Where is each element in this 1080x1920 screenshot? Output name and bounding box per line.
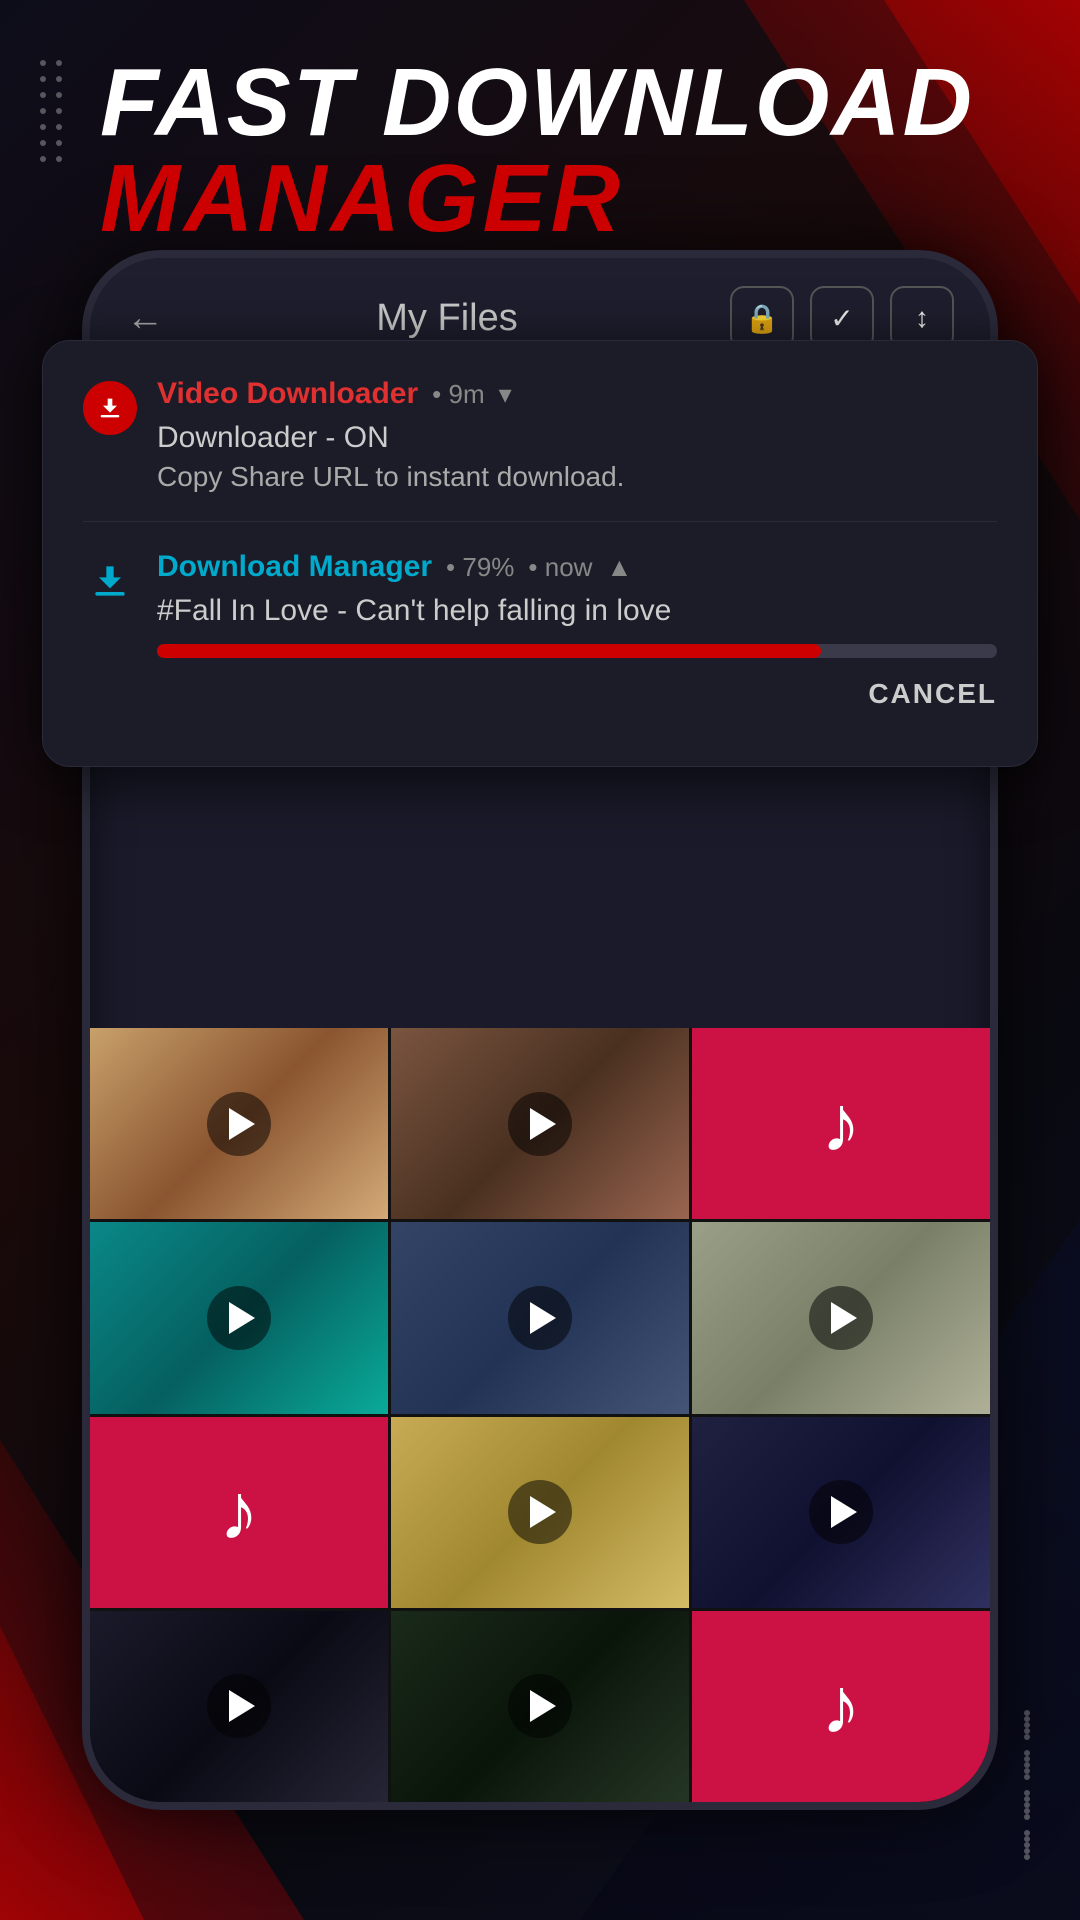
- dot-pattern-bottom-right: [1024, 1710, 1030, 1860]
- play-button[interactable]: [809, 1286, 873, 1350]
- notif1-header: Video Downloader • 9m ▾: [157, 377, 997, 411]
- music-note-icon: ♪: [821, 1660, 861, 1752]
- notif2-app-name: Download Manager: [157, 550, 432, 584]
- play-button[interactable]: [207, 1286, 271, 1350]
- notif2-filename: #Fall In Love - Can't help falling in lo…: [157, 594, 997, 628]
- notif2-header: Download Manager • 79% • now ▲: [157, 550, 997, 584]
- notif2-pct: • 79%: [446, 552, 514, 583]
- play-button[interactable]: [508, 1674, 572, 1738]
- title-manager: MANAGER: [100, 145, 624, 252]
- play-button[interactable]: [809, 1480, 873, 1544]
- notification-panel: Video Downloader • 9m ▾ Downloader - ON …: [42, 340, 1038, 767]
- title-fast: FAST DOWNLOAD: [100, 55, 974, 151]
- progress-bar-container: [157, 644, 997, 658]
- play-button[interactable]: [207, 1674, 271, 1738]
- grid-cell-12-music[interactable]: ♪: [692, 1611, 990, 1802]
- notif1-time: • 9m: [432, 379, 484, 410]
- video-downloader-icon: [83, 381, 137, 435]
- grid-cell-5[interactable]: [391, 1222, 689, 1413]
- cancel-row: CANCEL: [157, 678, 997, 710]
- grid-cell-6[interactable]: [692, 1222, 990, 1413]
- grid-cell-10[interactable]: [90, 1611, 388, 1802]
- download-manager-icon: [83, 554, 137, 608]
- music-note-icon: ♪: [219, 1466, 259, 1558]
- play-button[interactable]: [508, 1480, 572, 1544]
- play-button[interactable]: [508, 1092, 572, 1156]
- files-title: My Files: [184, 297, 710, 340]
- play-button[interactable]: [207, 1092, 271, 1156]
- notif-download-manager: Download Manager • 79% • now ▲ #Fall In …: [83, 550, 997, 730]
- grid-cell-7-music[interactable]: ♪: [90, 1417, 388, 1608]
- play-button[interactable]: [508, 1286, 572, 1350]
- grid-cell-3-music[interactable]: ♪: [692, 1028, 990, 1219]
- app-title-area: FAST DOWNLOAD MANAGER: [100, 55, 974, 247]
- grid-cell-2[interactable]: [391, 1028, 689, 1219]
- grid-cell-1[interactable]: [90, 1028, 388, 1219]
- notif1-chevron-icon[interactable]: ▾: [499, 379, 512, 410]
- media-grid: ♪ ♪ ♪: [90, 1028, 990, 1802]
- notif1-app-name: Video Downloader: [157, 377, 418, 411]
- grid-cell-9[interactable]: [692, 1417, 990, 1608]
- notif1-title: Downloader - ON: [157, 421, 997, 455]
- notif1-subtitle: Copy Share URL to instant download.: [157, 461, 997, 493]
- notif2-content: Download Manager • 79% • now ▲ #Fall In …: [157, 550, 997, 710]
- cancel-button[interactable]: CANCEL: [868, 678, 997, 710]
- notif2-time: • now: [528, 552, 592, 583]
- grid-cell-11[interactable]: [391, 1611, 689, 1802]
- grid-cell-4[interactable]: [90, 1222, 388, 1413]
- dot-pattern-left: [40, 60, 62, 162]
- progress-bar-fill: [157, 644, 821, 658]
- music-note-icon: ♪: [821, 1078, 861, 1170]
- notif-video-downloader: Video Downloader • 9m ▾ Downloader - ON …: [83, 377, 997, 522]
- notif1-content: Video Downloader • 9m ▾ Downloader - ON …: [157, 377, 997, 493]
- grid-cell-8[interactable]: [391, 1417, 689, 1608]
- notif2-chevron-icon[interactable]: ▲: [606, 552, 632, 583]
- back-icon[interactable]: ←: [126, 297, 164, 340]
